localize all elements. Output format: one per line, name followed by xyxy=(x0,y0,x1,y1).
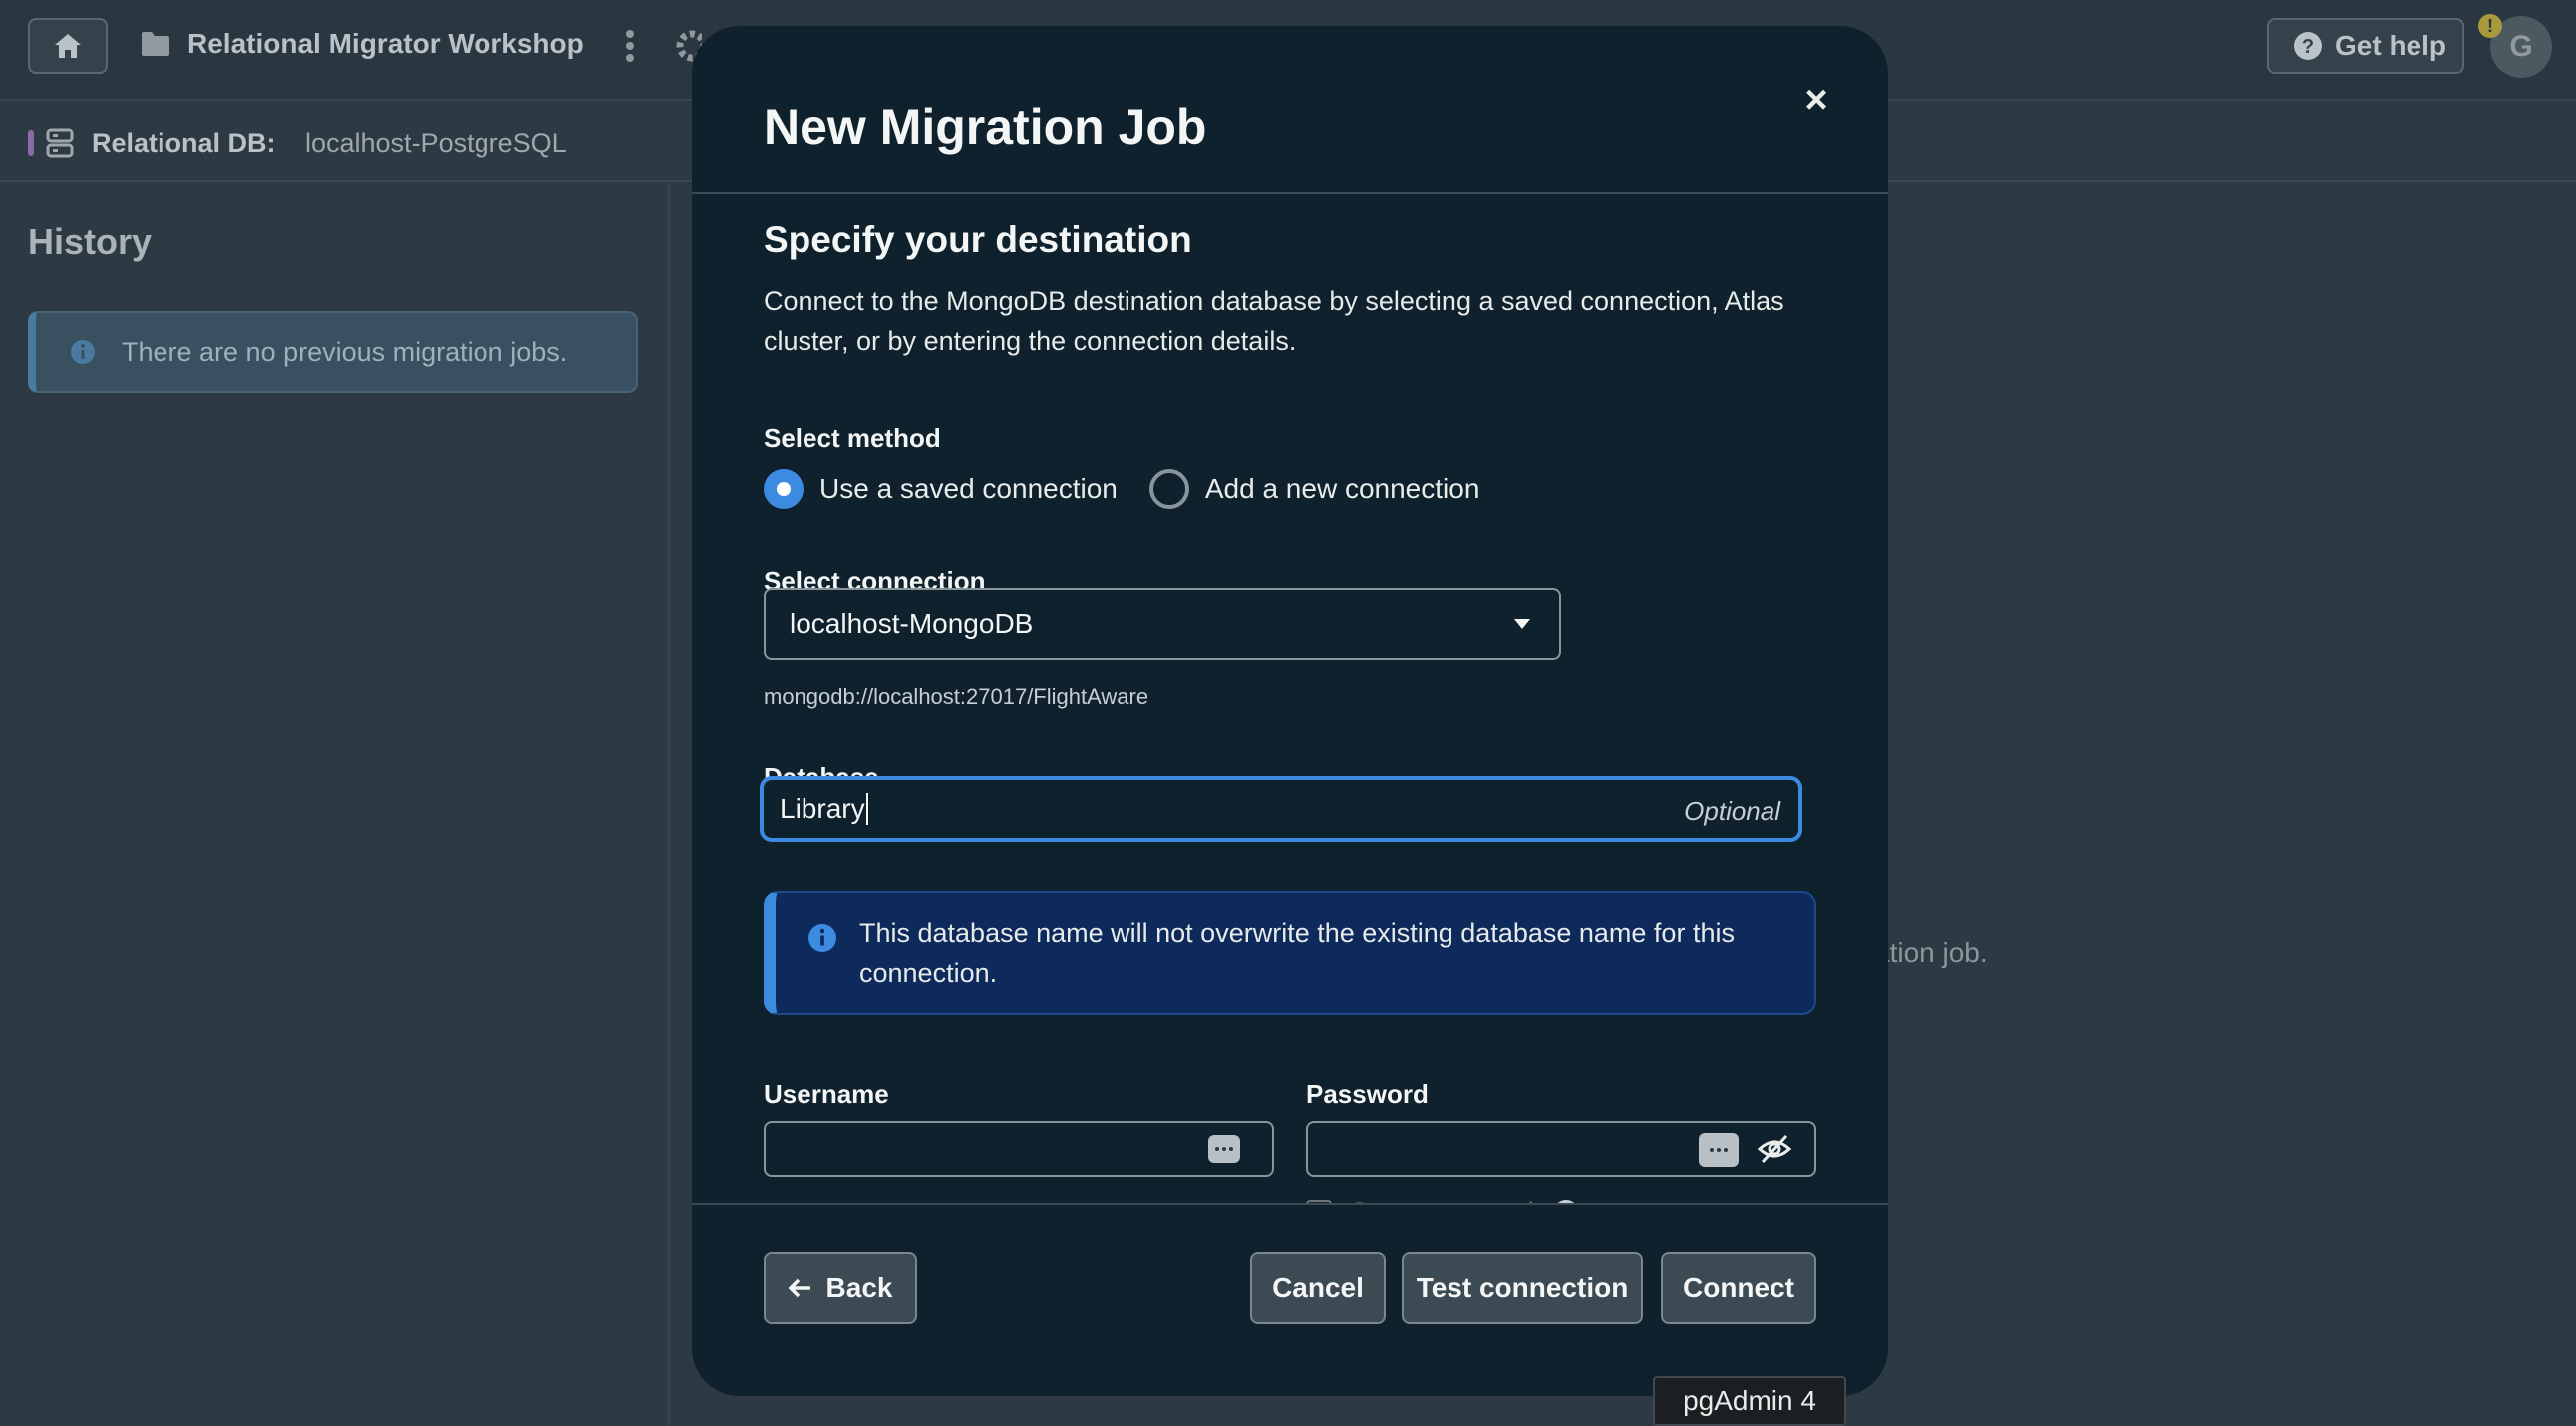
history-empty-banner: There are no previous migration jobs. xyxy=(28,311,638,393)
text-cursor xyxy=(865,793,868,825)
database-icon xyxy=(46,128,74,158)
connection-select[interactable]: localhost-MongoDB xyxy=(764,588,1561,660)
username-input[interactable] xyxy=(764,1121,1274,1177)
history-empty-text: There are no previous migration jobs. xyxy=(122,336,568,367)
notification-badge: ! xyxy=(2478,14,2502,38)
taskbar-tooltip: pgAdmin 4 xyxy=(1653,1376,1846,1426)
eye-off-icon[interactable] xyxy=(1757,1133,1792,1165)
select-method-label: Select method xyxy=(764,423,941,453)
get-help-label: Get help xyxy=(2335,30,2447,61)
cancel-button[interactable]: Cancel xyxy=(1250,1252,1386,1324)
radio-saved-connection-label[interactable]: Use a saved connection xyxy=(819,473,1118,505)
subbar-accent xyxy=(28,130,34,156)
radio-new-connection[interactable] xyxy=(1148,469,1189,509)
home-icon xyxy=(55,34,81,58)
password-input[interactable] xyxy=(1306,1121,1816,1177)
back-button[interactable]: Back xyxy=(764,1252,917,1324)
info-icon xyxy=(808,924,836,952)
back-button-label: Back xyxy=(825,1272,893,1303)
history-title: History xyxy=(28,221,153,262)
close-button[interactable]: × xyxy=(1792,76,1840,124)
database-info-callout: This database name will not overwrite th… xyxy=(764,891,1816,1015)
test-connection-button[interactable]: Test connection xyxy=(1402,1252,1643,1324)
method-radio-group: Use a saved connection Add a new connect… xyxy=(764,469,1479,509)
password-label: Password xyxy=(1306,1079,1429,1109)
radio-saved-connection[interactable] xyxy=(764,469,804,509)
relational-db-value[interactable]: localhost-PostgreSQL xyxy=(305,128,567,159)
get-help-button[interactable]: ? Get help xyxy=(2267,18,2464,74)
section-title: Specify your destination xyxy=(764,219,1192,260)
background-hint-text: ation job. xyxy=(1874,937,1988,968)
footer-divider xyxy=(692,1203,1888,1205)
database-input-value: Library xyxy=(780,793,865,824)
svg-text:?: ? xyxy=(2302,36,2314,58)
arrow-left-icon xyxy=(788,1278,810,1298)
modal-title: New Migration Job xyxy=(764,99,1207,155)
help-icon: ? xyxy=(2294,32,2322,60)
info-icon xyxy=(71,340,95,364)
connection-string: mongodb://localhost:27017/FlightAware xyxy=(764,684,1149,709)
home-button[interactable] xyxy=(28,18,108,74)
more-options-icon[interactable] xyxy=(624,28,636,64)
folder-icon xyxy=(142,32,169,56)
project-title[interactable]: Relational Migrator Workshop xyxy=(187,28,584,60)
section-description: Connect to the MongoDB destination datab… xyxy=(764,286,1784,356)
connect-button[interactable]: Connect xyxy=(1661,1252,1816,1324)
password-manager-icon[interactable] xyxy=(1208,1135,1240,1163)
relational-db-label: Relational DB: xyxy=(92,128,276,158)
radio-new-connection-label[interactable]: Add a new connection xyxy=(1205,473,1480,505)
chevron-down-icon xyxy=(1514,619,1530,629)
connection-select-value: localhost-MongoDB xyxy=(790,608,1034,639)
password-manager-icon[interactable] xyxy=(1699,1133,1739,1167)
username-label: Username xyxy=(764,1079,889,1109)
database-input[interactable]: Library Optional xyxy=(760,776,1802,842)
database-optional-hint: Optional xyxy=(1684,796,1780,826)
database-info-text: This database name will not overwrite th… xyxy=(859,918,1735,988)
modal-divider xyxy=(692,192,1888,194)
new-migration-job-modal: × New Migration Job Specify your destina… xyxy=(692,26,1888,1396)
